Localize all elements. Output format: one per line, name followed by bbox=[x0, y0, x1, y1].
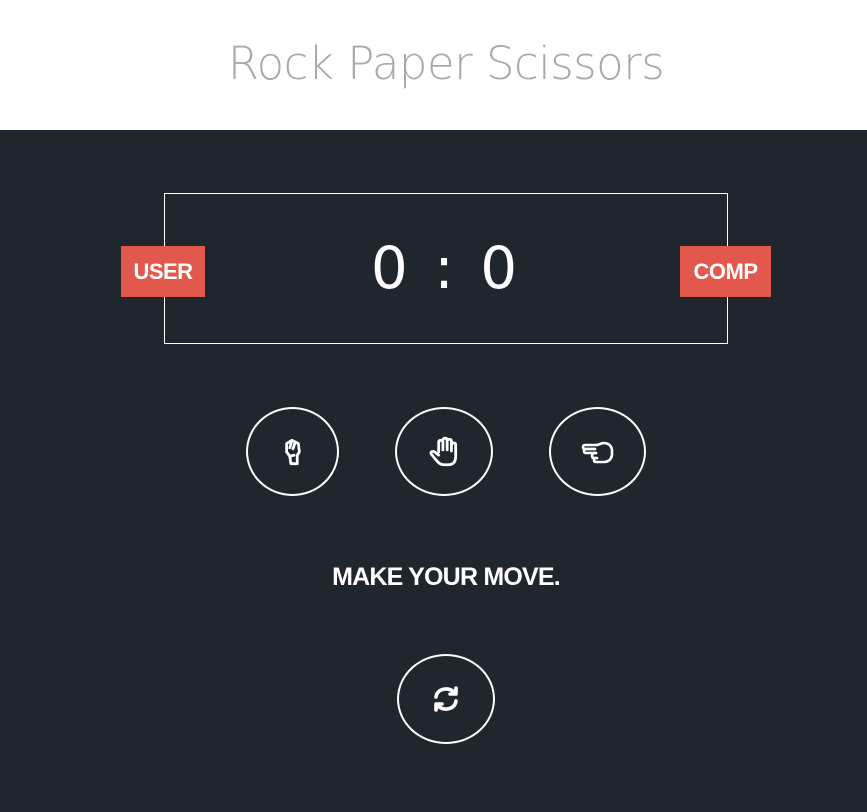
hand-paper-icon bbox=[429, 436, 458, 466]
hand-rock-icon bbox=[284, 438, 301, 465]
page-header: Rock Paper Scissors bbox=[0, 0, 867, 130]
refresh-icon bbox=[434, 686, 458, 712]
status-message: MAKE YOUR MOVE. bbox=[332, 563, 561, 591]
game-board: USER COMP 0 : 0 MAKE YOUR MOVE. bbox=[0, 130, 867, 812]
rock-button[interactable] bbox=[246, 407, 339, 496]
reset-button[interactable] bbox=[397, 654, 495, 744]
page-title: Rock Paper Scissors bbox=[227, 37, 665, 90]
hand-scissors-icon bbox=[581, 441, 613, 463]
paper-button[interactable] bbox=[395, 407, 493, 496]
score-display: 0 : 0 bbox=[370, 234, 522, 302]
scissors-button[interactable] bbox=[549, 407, 646, 496]
